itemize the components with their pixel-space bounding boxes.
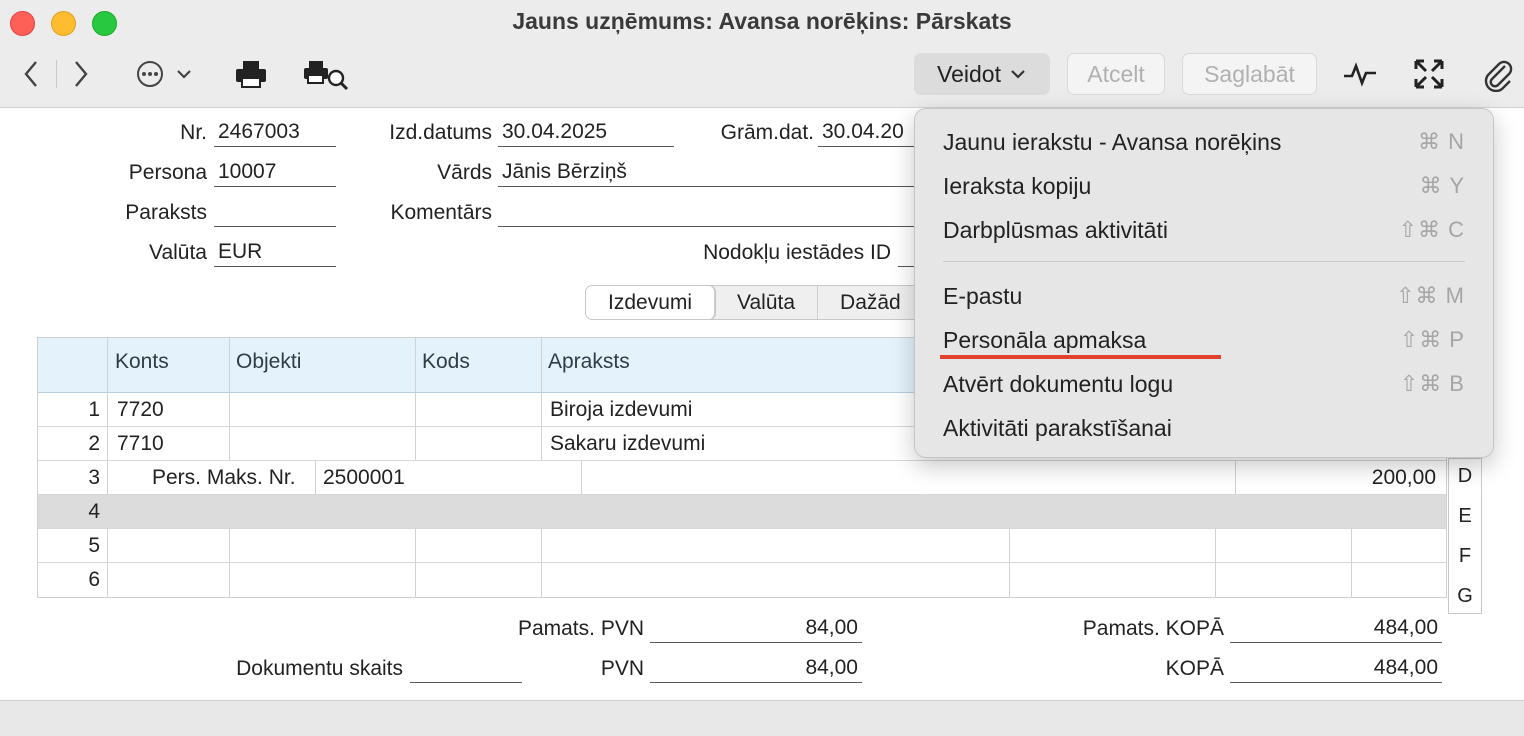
- pers-maks-value[interactable]: 2500001: [323, 466, 405, 490]
- side-letter[interactable]: F: [1449, 545, 1481, 568]
- menu-shortcut: ⇧⌘ C: [1398, 217, 1465, 242]
- komentars-label: Komentārs: [390, 201, 492, 224]
- chevron-down-icon: [1011, 70, 1025, 79]
- pamats-pvn-label: Pamats. PVN: [517, 617, 644, 640]
- menu-item-label: Jaunu ierakstu - Avansa norēķins: [943, 128, 1282, 155]
- side-letter[interactable]: G: [1449, 585, 1481, 608]
- pers-maks-label: Pers. Maks. Nr.: [152, 466, 296, 489]
- menu-shortcut: ⇧⌘ B: [1399, 371, 1465, 396]
- kopa-value: 484,00: [1230, 655, 1442, 683]
- menu-shortcut: ⌘ N: [1418, 129, 1465, 154]
- row-number: 5: [88, 534, 100, 557]
- menu-item-new-record[interactable]: Jaunu ierakstu - Avansa norēķins ⌘ N: [943, 122, 1465, 162]
- header-kods[interactable]: Kods: [422, 350, 470, 374]
- row-number: 1: [88, 398, 100, 421]
- menu-item-label: Darbplūsmas aktivitāti: [943, 216, 1168, 243]
- doc-count-label: Dokumentu skaits: [236, 657, 403, 680]
- table-row[interactable]: 3 Pers. Maks. Nr. 2500001 200,00: [38, 461, 1446, 495]
- izd-datums-field[interactable]: 30.04.2025: [498, 119, 674, 147]
- valuta-field[interactable]: EUR: [214, 239, 336, 267]
- vards-label: Vārds: [437, 161, 492, 184]
- side-letter[interactable]: D: [1449, 465, 1481, 488]
- valuta-label: Valūta: [149, 241, 207, 264]
- menu-item-workflow-activity[interactable]: Darbplūsmas aktivitāti ⇧⌘ C: [943, 210, 1465, 250]
- apraksts-cell[interactable]: Sakaru izdevumi: [550, 432, 705, 456]
- menu-item-label: E-pastu: [943, 282, 1023, 309]
- menu-item-email[interactable]: E-pastu ⇧⌘ M: [943, 276, 1465, 316]
- table-row[interactable]: 5: [38, 529, 1446, 563]
- table-row[interactable]: 4: [38, 495, 1446, 529]
- header-konts[interactable]: Konts: [115, 350, 169, 374]
- doc-count-field[interactable]: [410, 655, 522, 683]
- row-number: 6: [88, 568, 100, 591]
- menu-item-label: Ieraksta kopiju: [943, 172, 1092, 199]
- amount-cell[interactable]: 200,00: [1372, 466, 1436, 490]
- paraksts-field[interactable]: [214, 199, 336, 227]
- create-menu-button[interactable]: Veidot: [914, 53, 1050, 95]
- menu-item-label: Atvērt dokumentu logu: [943, 370, 1174, 397]
- izd-datums-label: Izd.datums: [389, 121, 492, 144]
- menu-item-open-document-window[interactable]: Atvērt dokumentu logu ⇧⌘ B: [943, 364, 1465, 404]
- forward-icon[interactable]: [66, 58, 96, 90]
- create-dropdown-menu: Jaunu ierakstu - Avansa norēķins ⌘ N Ier…: [914, 108, 1494, 458]
- persona-label: Persona: [128, 161, 207, 184]
- create-menu-label: Veidot: [937, 60, 1001, 87]
- gram-dat-label: Grām.dat.: [720, 121, 814, 144]
- pvn-label: PVN: [600, 657, 644, 680]
- konts-cell[interactable]: 7720: [117, 398, 164, 422]
- tab-izdevumi[interactable]: Izdevumi: [586, 286, 716, 319]
- tab-valuta[interactable]: Valūta: [715, 286, 819, 319]
- table-row[interactable]: 6: [38, 563, 1446, 597]
- save-button[interactable]: Saglabāt: [1182, 53, 1317, 95]
- menu-shortcut: ⇧⌘ M: [1396, 283, 1465, 308]
- menu-item-personnel-payment[interactable]: Personāla apmaksa ⇧⌘ P: [943, 320, 1465, 360]
- cancel-button[interactable]: Atcelt: [1067, 53, 1165, 95]
- more-actions-icon[interactable]: [136, 58, 198, 90]
- menu-shortcut: ⇧⌘ P: [1399, 327, 1465, 352]
- nr-field[interactable]: 2467003: [214, 119, 336, 147]
- side-letter-column: D E F G: [1448, 458, 1482, 614]
- tab-bar: Izdevumi Valūta Dažād: [585, 285, 925, 320]
- window-title: Jauns uzņēmums: Avansa norēķins: Pārskat…: [512, 8, 1012, 34]
- menu-item-signing-activity[interactable]: Aktivitāti parakstīšanai: [943, 408, 1465, 448]
- kopa-label: KOPĀ: [1165, 657, 1224, 680]
- persona-field[interactable]: 10007: [214, 159, 336, 187]
- apraksts-cell[interactable]: Biroja izdevumi: [550, 398, 692, 422]
- print-preview-icon[interactable]: [303, 58, 349, 92]
- menu-shortcut: ⌘ Y: [1419, 173, 1465, 198]
- status-bar: [0, 700, 1524, 736]
- attachment-icon[interactable]: [1480, 56, 1516, 94]
- highlight-underline: [940, 355, 1221, 359]
- tab-dazadi[interactable]: Dažād: [818, 286, 923, 319]
- nav-divider: [56, 60, 57, 88]
- header-apraksts[interactable]: Apraksts: [548, 350, 630, 374]
- gram-dat-field[interactable]: 30.04.20: [818, 119, 914, 147]
- komentars-field[interactable]: [498, 199, 914, 227]
- menu-item-copy-record[interactable]: Ieraksta kopiju ⌘ Y: [943, 166, 1465, 206]
- nodoklu-id-field[interactable]: [898, 239, 914, 267]
- back-icon[interactable]: [16, 58, 46, 90]
- header-objekti[interactable]: Objekti: [236, 350, 301, 374]
- pvn-value: 84,00: [650, 655, 862, 683]
- menu-separator: [943, 261, 1465, 262]
- print-icon[interactable]: [233, 58, 269, 90]
- nodoklu-id-label: Nodokļu iestādes ID: [703, 241, 891, 264]
- nr-label: Nr.: [180, 121, 207, 144]
- vards-field[interactable]: Jānis Bērziņš: [498, 159, 914, 187]
- activity-pulse-icon[interactable]: [1342, 58, 1378, 90]
- pamats-kopa-label: Pamats. KOPĀ: [1082, 617, 1224, 640]
- pamats-kopa-value: 484,00: [1230, 615, 1442, 643]
- pamats-pvn-value: 84,00: [650, 615, 862, 643]
- menu-item-label: Personāla apmaksa: [943, 326, 1147, 353]
- row-number: 2: [88, 432, 100, 455]
- fullscreen-icon[interactable]: [1411, 56, 1447, 92]
- row-number: 3: [88, 466, 100, 489]
- konts-cell[interactable]: 7710: [117, 432, 164, 456]
- menu-item-label: Aktivitāti parakstīšanai: [943, 414, 1172, 441]
- title-bar: Jauns uzņēmums: Avansa norēķins: Pārskat…: [0, 0, 1524, 108]
- row-number: 4: [88, 500, 100, 523]
- side-letter[interactable]: E: [1449, 505, 1481, 528]
- paraksts-label: Paraksts: [125, 201, 207, 224]
